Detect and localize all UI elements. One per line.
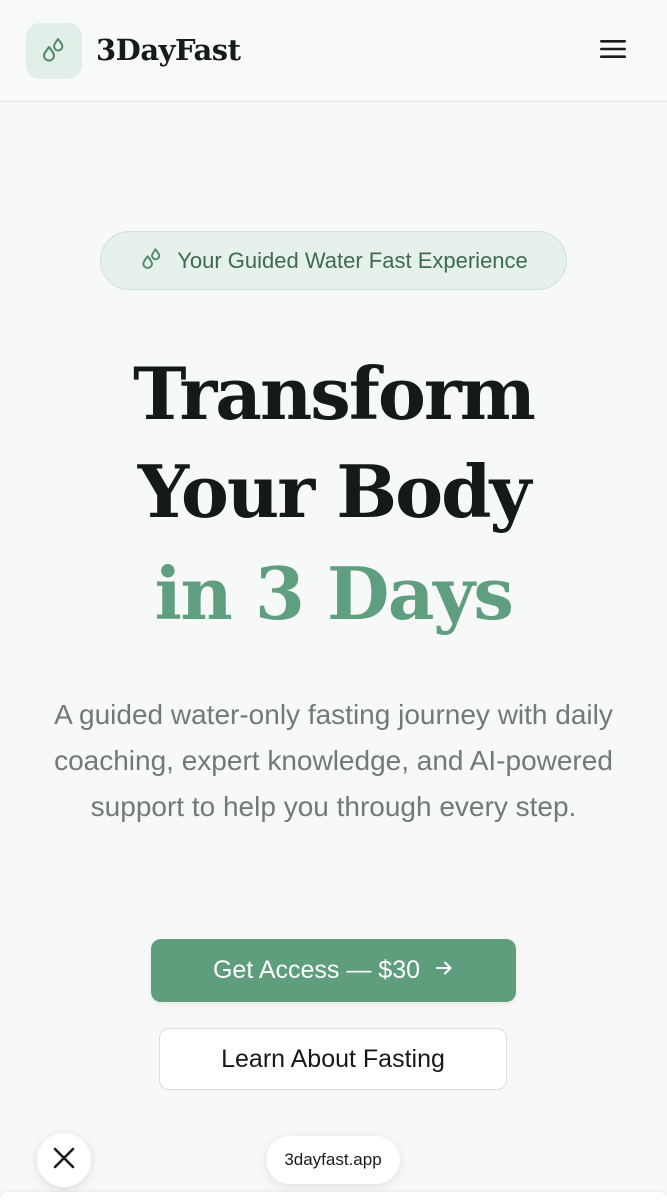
close-button[interactable] [37, 1133, 91, 1187]
learn-about-fasting-button[interactable]: Learn About Fasting [159, 1028, 507, 1090]
hero-title: Transform Your Body [133, 351, 536, 534]
hero-title-accent: in 3 Days [154, 551, 514, 636]
badge-text: Your Guided Water Fast Experience [177, 247, 528, 273]
water-drops-icon [39, 34, 69, 69]
hero-subtitle: A guided water-only fasting journey with… [54, 699, 613, 822]
get-access-button[interactable]: Get Access — $30 [151, 939, 516, 1002]
logo-badge[interactable] [26, 23, 82, 79]
url-text: 3dayfast.app [284, 1150, 382, 1169]
hamburger-menu-icon [599, 38, 627, 65]
learn-about-fasting-label: Learn About Fasting [221, 1044, 445, 1073]
hero-badge: Your Guided Water Fast Experience [100, 231, 567, 290]
arrow-right-icon [434, 958, 454, 983]
menu-button[interactable] [594, 32, 632, 70]
get-access-label: Get Access — $30 [212, 956, 421, 984]
site-header: 3DayFast [0, 0, 667, 102]
browser-url-pill[interactable]: 3dayfast.app [266, 1136, 400, 1184]
close-icon [52, 1146, 76, 1175]
app-name[interactable]: 3DayFast [96, 30, 241, 70]
water-drops-icon [139, 245, 165, 276]
bottom-sheet-edge [0, 1192, 667, 1200]
